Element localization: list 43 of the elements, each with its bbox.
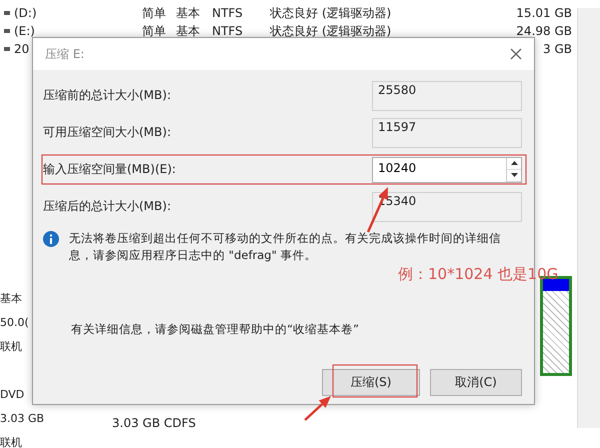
dialog-button[interactable]: 取消(C) [430, 369, 522, 396]
file-system: NTFS [212, 6, 244, 20]
help-text: 有关详细信息，请参阅磁盘管理帮助中的“收缩基本卷” [71, 322, 360, 337]
up-triangle-icon [510, 161, 518, 165]
scrollbar[interactable] [577, 8, 600, 428]
volume-name: 20 [14, 42, 30, 56]
close-button[interactable] [508, 46, 524, 62]
drive-icon [4, 29, 10, 33]
dialog-title: 压缩 E: [45, 46, 84, 62]
spinbox[interactable]: 10240 [372, 156, 522, 182]
volume-type: 基本 [176, 4, 201, 22]
volume-layout: 简单 [142, 22, 167, 40]
file-system: NTFS [212, 24, 244, 38]
info-message: 无法将卷压缩到超出任何不可移动的文件所在的点。有关完成该操作时间的详细信息，请参阅应用程序日志中的 "defrag" 事件。 [69, 230, 502, 264]
volume-type: 基本 [176, 22, 201, 40]
drive-icon [4, 47, 10, 51]
drive-icon [4, 11, 10, 15]
disk-info: 3.03 GB [0, 411, 44, 427]
volume-layout: 简单 [142, 4, 167, 22]
volume-capacity: 3 GB [543, 42, 573, 56]
volume-status: 状态良好 (逻辑驱动器) [270, 22, 392, 40]
volume-status: 状态良好 (逻辑驱动器) [270, 4, 392, 22]
field-label: 可用压缩空间大小(MB): [43, 124, 171, 141]
volume-name: (E:) [14, 24, 36, 38]
volume-capacity: 24.98 GB [515, 24, 573, 38]
field-label: 压缩前的总计大小(MB): [43, 87, 171, 104]
info-icon [43, 231, 59, 247]
field-label: 输入压缩空间量(MB)(E): [43, 161, 176, 178]
disk-info: 基本 [0, 291, 22, 307]
volume-name: (D:) [14, 6, 38, 20]
disk-info: 50.0( [0, 315, 29, 331]
annotation-arrow [304, 396, 331, 421]
readonly-field: 25580 [372, 80, 522, 110]
disk-info: DVD [0, 387, 24, 403]
down-triangle-icon [510, 173, 518, 177]
dialog-button[interactable]: 压缩(S) [322, 369, 420, 396]
volume-info: 3.03 GB CDFS [112, 416, 196, 430]
disk-info: 联机 [0, 435, 22, 448]
disk-info: 联机 [0, 339, 22, 355]
readonly-field: 11597 [372, 118, 522, 148]
close-icon [510, 48, 522, 60]
field-label: 压缩后的总计大小(MB): [43, 198, 171, 215]
volume-capacity: 15.01 GB [515, 6, 573, 20]
